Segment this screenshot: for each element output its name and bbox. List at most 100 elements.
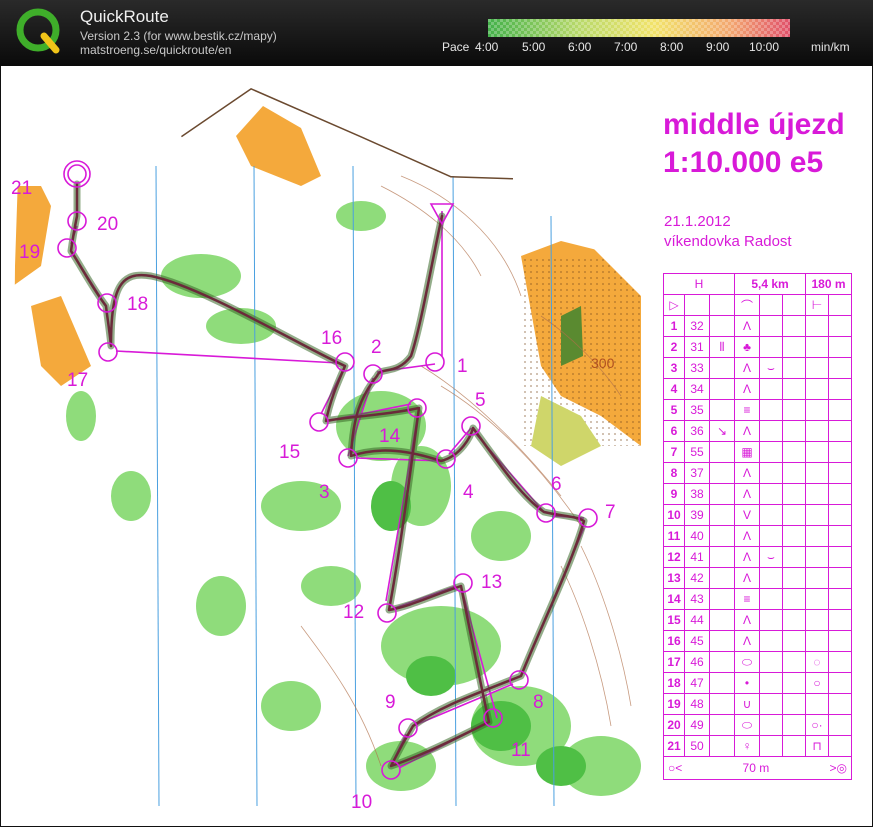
cd-feature-icon: Λ [734,378,760,400]
cd-row: 7 55 ▦ [663,441,852,463]
pace-tick: 8:00 [660,40,684,54]
cd-control-number: 13 [663,567,685,589]
cd-row: 5 35 ≡ [663,399,852,421]
cd-length: 5,4 km [734,273,806,295]
cd-control-code: 38 [684,483,710,505]
control-label: 10 [351,792,372,813]
cd-feature-icon: ♣ [734,336,760,358]
cd-row: 3 33 Λ ⌣ [663,357,852,379]
event-date: 21.1.2012 [664,213,731,230]
pace-label: Pace [442,40,470,54]
control-label: 2 [371,337,382,358]
app-url[interactable]: matstroeng.se/quickroute/en [80,43,231,57]
cd-feature-icon: V [734,504,760,526]
cd-control-code: 40 [684,525,710,547]
cd-control-number: 15 [663,609,685,631]
cd-control-code: 44 [684,609,710,631]
control-label: 11 [511,740,531,761]
cd-feature-icon: ⬭ [734,714,760,736]
cd-feature-icon: Λ [734,462,760,484]
cd-row: 14 43 ≡ [663,588,852,610]
cd-row: 12 41 Λ ⌣ [663,546,852,568]
cd-row: 6 36 ↘ Λ [663,420,852,442]
control-label: 6 [551,474,562,495]
cd-control-code: 31 [684,336,710,358]
cd-feature-icon: ▦ [734,441,760,463]
cd-control-number: 4 [663,378,685,400]
control-label: 14 [379,426,401,447]
cd-row: 17 46 ⬭ ◌ [663,651,852,673]
cd-control-number: 12 [663,546,685,568]
control-label: 1 [457,356,468,377]
cd-feature-icon: Λ [734,567,760,589]
cd-control-code: 32 [684,315,710,337]
cd-feature-icon: Λ [734,546,760,568]
control-label: 15 [279,442,300,463]
cd-control-number: 19 [663,693,685,715]
cd-control-code: 34 [684,378,710,400]
cd-control-number: 16 [663,630,685,652]
cd-row: 4 34 Λ [663,378,852,400]
control-label: 3 [319,482,330,503]
cd-start-row: ▷ ⌒ ⊢ [663,294,852,316]
cd-control-code: 49 [684,714,710,736]
cd-location-icon: ○ [805,672,829,694]
cd-control-number: 20 [663,714,685,736]
cd-control-code: 36 [684,420,710,442]
app-header: QuickRoute Version 2.3 (for www.bestik.c… [0,0,873,66]
cd-control-code: 50 [684,735,710,757]
cd-control-code: 47 [684,672,710,694]
cd-row: 20 49 ⬭ ○· [663,714,852,736]
control-label: 8 [533,692,544,713]
pace-tick: 4:00 [475,40,499,54]
cd-row: 1 32 Λ [663,315,852,337]
control-label: 16 [321,328,342,349]
cd-control-number: 17 [663,651,685,673]
cd-control-code: 39 [684,504,710,526]
finish-arrow-icon: ○< [668,761,683,775]
cd-feature-icon: ♀ [734,735,760,757]
cd-feature-icon: Λ [734,630,760,652]
course-meta: 21.1.2012 víkendovka Radost [664,212,792,252]
cd-row: 18 47 • ○ [663,672,852,694]
cd-feature-icon: Λ [734,609,760,631]
control-label: 19 [19,242,40,263]
cd-location-icon: ○· [805,714,829,736]
cd-appearance-icon: ⌣ [759,546,783,568]
control-label: 21 [11,178,32,199]
pace-tick: 9:00 [706,40,730,54]
contour-height-label: 300 [591,355,615,371]
control-label: 17 [67,370,88,391]
cd-control-number: 7 [663,441,685,463]
quickroute-logo-icon [16,8,60,54]
cd-row: 13 42 Λ [663,567,852,589]
cd-feature-icon: Λ [734,483,760,505]
map-scale: 1:10.000 e5 [663,146,824,179]
cd-control-number: 21 [663,735,685,757]
pace-tick: 5:00 [522,40,546,54]
cd-row: 9 38 Λ [663,483,852,505]
cd-control-number: 1 [663,315,685,337]
cd-control-number: 6 [663,420,685,442]
cd-control-code: 33 [684,357,710,379]
course-name: middle újezd [663,108,845,141]
cd-control-code: 42 [684,567,710,589]
start-triangle-icon: ▷ [663,294,685,316]
cd-control-number: 18 [663,672,685,694]
cd-symbol-icon: ↘ [709,420,735,442]
cd-finish-row: ○< 70 m >◎ [663,756,852,780]
cd-location-icon: ◌ [805,651,829,673]
cd-course: H [663,273,735,295]
control-label: 12 [343,602,364,623]
cd-row: 11 40 Λ [663,525,852,547]
orienteering-map[interactable]: 1 2 3 4 5 6 7 8 9 10 11 12 13 14 15 16 1… [1,66,872,826]
cd-feature-icon: • [734,672,760,694]
cd-control-number: 8 [663,462,685,484]
path-junction-icon: ⊢ [805,294,829,316]
cd-control-number: 9 [663,483,685,505]
cd-control-number: 10 [663,504,685,526]
cd-control-code: 46 [684,651,710,673]
event-location: víkendovka Radost [664,233,792,250]
cd-feature-icon: ≡ [734,588,760,610]
cd-control-number: 11 [663,525,685,547]
